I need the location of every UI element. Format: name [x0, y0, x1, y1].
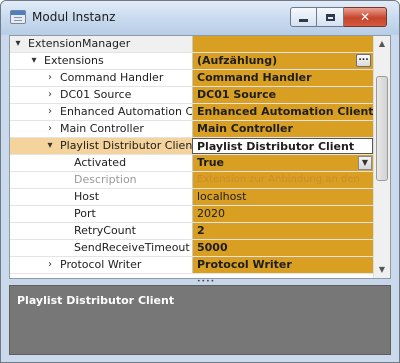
- property-name: DC01 Source: [60, 88, 132, 101]
- expand-icon[interactable]: ›: [44, 87, 56, 103]
- property-value[interactable]: Protocol Writer: [192, 257, 373, 273]
- property-row-send-receive-timeout[interactable]: SendReceiveTimeout 5000: [10, 240, 373, 257]
- property-row-playlist-distributor-client[interactable]: ▾ Playlist Distributor Client Playlist D…: [10, 138, 373, 155]
- property-value[interactable]: True ▼: [192, 155, 373, 171]
- property-name: Main Controller: [60, 122, 144, 135]
- property-name: Command Handler: [60, 71, 164, 84]
- property-row-activated[interactable]: Activated True ▼: [10, 155, 373, 172]
- property-row-retry-count[interactable]: RetryCount 2: [10, 223, 373, 240]
- scroll-down-icon[interactable]: ▼: [375, 262, 389, 278]
- scroll-up-icon[interactable]: ▲: [375, 36, 389, 52]
- property-name: Protocol Writer: [60, 258, 142, 271]
- property-value[interactable]: Extension zur Anbindung an den: [192, 172, 373, 188]
- module-instance-window: Modul Instanz ✕ ▾ ExtensionManager ▾ Ext…: [0, 0, 400, 363]
- property-value[interactable]: Playlist Distributor Client: [192, 138, 373, 154]
- collapse-icon[interactable]: ▾: [12, 36, 24, 52]
- scroll-thumb[interactable]: [376, 76, 388, 181]
- description-title: Playlist Distributor Client: [17, 294, 175, 307]
- minimize-button[interactable]: [290, 7, 317, 27]
- close-button[interactable]: ✕: [344, 7, 387, 27]
- property-value[interactable]: 2: [192, 223, 373, 239]
- property-row-extensions[interactable]: ▾ Extensions (Aufzählung) ...: [10, 53, 373, 70]
- property-row-enhanced-automation-client[interactable]: › Enhanced Automation Client Enhanced Au…: [10, 104, 373, 121]
- property-name: ExtensionManager: [28, 37, 131, 50]
- window-title: Modul Instanz: [32, 10, 116, 24]
- collapse-icon[interactable]: ▾: [28, 53, 40, 69]
- splitter-grip-icon: ••••: [197, 278, 216, 285]
- property-row-port[interactable]: Port 2020: [10, 206, 373, 223]
- property-name: SendReceiveTimeout: [74, 241, 190, 254]
- property-row-protocol-writer[interactable]: › Protocol Writer Protocol Writer: [10, 257, 373, 274]
- property-value[interactable]: 5000: [192, 240, 373, 256]
- property-name: Host: [74, 190, 100, 203]
- property-value[interactable]: (Aufzählung) ...: [192, 53, 373, 69]
- vertical-scrollbar[interactable]: ▲ ▼: [373, 36, 390, 278]
- title-bar[interactable]: Modul Instanz ✕: [1, 1, 399, 35]
- property-name: Activated: [74, 156, 127, 169]
- property-name: Port: [74, 207, 96, 220]
- window-app-icon: [10, 10, 26, 24]
- property-value[interactable]: Main Controller: [192, 121, 373, 137]
- expand-icon[interactable]: ›: [44, 104, 56, 120]
- expand-icon[interactable]: ›: [44, 70, 56, 86]
- property-name: RetryCount: [74, 224, 136, 237]
- chevron-down-icon[interactable]: ▼: [358, 156, 372, 170]
- property-name: Enhanced Automation Client: [60, 105, 192, 118]
- property-value[interactable]: DC01 Source: [192, 87, 373, 103]
- property-grid[interactable]: ▾ ExtensionManager ▾ Extensions (Aufzähl…: [9, 35, 391, 279]
- property-value[interactable]: Command Handler: [192, 70, 373, 86]
- property-row-host[interactable]: Host localhost: [10, 189, 373, 206]
- minimize-icon: [299, 18, 308, 22]
- maximize-button[interactable]: [317, 7, 344, 27]
- expand-icon[interactable]: ›: [44, 121, 56, 137]
- expand-icon[interactable]: ›: [44, 257, 56, 273]
- property-row-command-handler[interactable]: › Command Handler Command Handler: [10, 70, 373, 87]
- property-name: Description: [74, 173, 137, 186]
- property-row-main-controller[interactable]: › Main Controller Main Controller: [10, 121, 373, 138]
- property-row-dc01-source[interactable]: › DC01 Source DC01 Source: [10, 87, 373, 104]
- property-name: Extensions: [44, 54, 104, 67]
- property-value[interactable]: [192, 36, 373, 52]
- collapse-icon[interactable]: ▾: [44, 138, 56, 154]
- ellipsis-button[interactable]: ...: [356, 54, 371, 67]
- property-row-extension-manager[interactable]: ▾ ExtensionManager: [10, 36, 373, 53]
- property-row-description[interactable]: Description Extension zur Anbindung an d…: [10, 172, 373, 189]
- property-value[interactable]: 2020: [192, 206, 373, 222]
- property-value[interactable]: Enhanced Automation Client: [192, 104, 373, 120]
- close-icon: ✕: [359, 10, 371, 24]
- description-panel: Playlist Distributor Client: [9, 285, 391, 355]
- maximize-icon: [325, 13, 335, 21]
- property-name: Playlist Distributor Client: [60, 139, 192, 152]
- property-value[interactable]: localhost: [192, 189, 373, 205]
